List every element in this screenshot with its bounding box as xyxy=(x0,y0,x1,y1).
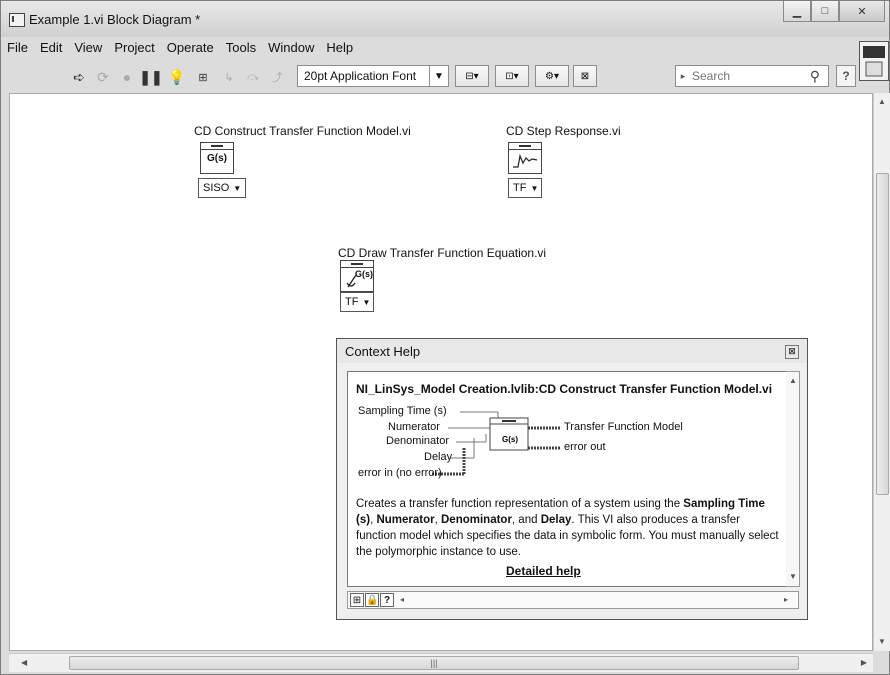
highlight-execution-icon[interactable]: 💡 xyxy=(165,65,189,89)
reorder-icon[interactable]: ⚙▾ xyxy=(535,65,569,87)
search-box[interactable]: ▸ ⚲ xyxy=(675,65,829,87)
context-help-scrollbar[interactable]: ▲ ▼ xyxy=(786,371,800,587)
step-response-icon[interactable] xyxy=(508,142,542,174)
menu-help[interactable]: Help xyxy=(320,40,359,55)
window-controls: ▁ □ ✕ xyxy=(783,1,885,23)
terminal-error-in: error in (no error) xyxy=(358,467,442,479)
menu-window[interactable]: Window xyxy=(262,40,320,55)
selector-label: TF xyxy=(345,296,359,308)
run-continuously-icon[interactable]: ⟳ xyxy=(91,65,115,89)
help-description: Creates a transfer function representati… xyxy=(356,498,779,558)
chevron-down-icon: ▼ xyxy=(530,183,539,193)
terminal-transfer-function-model: Transfer Function Model xyxy=(564,421,683,433)
step-out-icon[interactable]: ⤴ xyxy=(265,65,289,89)
lock-icon[interactable]: 🔒 xyxy=(365,593,379,607)
selector-label: SISO xyxy=(203,182,230,194)
close-icon[interactable]: ⊠ xyxy=(785,345,799,359)
context-help-header: Context Help xyxy=(337,339,807,363)
selector-label: TF xyxy=(513,182,527,194)
terminal-denominator: Denominator xyxy=(386,435,449,447)
node-label-step-response: CD Step Response.vi xyxy=(506,124,621,138)
cleanup-diagram-icon[interactable]: ⊠ xyxy=(573,65,597,87)
horizontal-scroll-thumb[interactable]: ||| xyxy=(69,656,799,670)
context-help-button[interactable]: ? xyxy=(836,65,856,87)
distribute-objects-icon[interactable]: ⊡▾ xyxy=(495,65,529,87)
horizontal-scrollbar[interactable]: ◀ ||| ▶ xyxy=(9,653,873,672)
detailed-help-icon[interactable]: ? xyxy=(380,593,394,607)
minimize-button[interactable]: ▁ xyxy=(783,1,811,22)
scroll-down-icon[interactable]: ▼ xyxy=(789,572,797,581)
transfer-function-icon[interactable]: G(s) xyxy=(200,142,234,174)
chevron-down-icon: ▼ xyxy=(362,297,371,307)
menu-view[interactable]: View xyxy=(68,40,108,55)
help-glyph: G(s) xyxy=(502,435,518,444)
scroll-up-icon[interactable]: ▲ xyxy=(789,376,797,385)
search-input[interactable] xyxy=(690,68,794,84)
title-bar: Example 1.vi Block Diagram * ▁ □ ✕ xyxy=(1,1,889,37)
pause-icon[interactable]: ❚❚ xyxy=(139,65,163,89)
scroll-right-icon[interactable]: ▶ xyxy=(861,658,867,667)
run-arrow-icon[interactable]: ➪ xyxy=(67,65,91,89)
menu-tools[interactable]: Tools xyxy=(220,40,262,55)
scroll-up-icon[interactable]: ▲ xyxy=(878,97,886,106)
draw-equation-icon[interactable]: G(s) xyxy=(340,260,374,292)
terminal-error-out: error out xyxy=(564,441,606,453)
show-optional-terminals-icon[interactable]: ⊞ xyxy=(350,593,364,607)
menu-project[interactable]: Project xyxy=(108,40,160,55)
scroll-left-icon[interactable]: ◀ xyxy=(21,658,27,667)
terminal-numerator: Numerator xyxy=(388,421,440,433)
chevron-down-icon: ▼ xyxy=(429,66,448,86)
menu-operate[interactable]: Operate xyxy=(161,40,220,55)
search-scope-icon: ▸ xyxy=(680,70,686,81)
vertical-scrollbar[interactable]: ▲ ▼ xyxy=(873,93,890,651)
polymorphic-selector-tf[interactable]: TF ▼ xyxy=(508,178,542,198)
context-help-title: Context Help xyxy=(345,343,421,359)
toolbar: ➪ ⟳ ● ❚❚ 💡 ⊞ ↳ ⤼ ⤴ 20pt Application Font… xyxy=(1,59,856,93)
scroll-right-icon[interactable]: ▸ xyxy=(784,595,788,604)
step-into-icon[interactable]: ↳ xyxy=(217,65,241,89)
vertical-scroll-thumb[interactable] xyxy=(876,173,889,495)
retain-wire-values-icon[interactable]: ⊞ xyxy=(191,65,215,89)
polymorphic-selector-tf-2[interactable]: TF ▼ xyxy=(340,292,374,312)
context-help-footer: ⊞ 🔒 ? ◂ ▸ xyxy=(347,591,799,609)
block-diagram-canvas[interactable]: CD Construct Transfer Function Model.vi … xyxy=(9,93,873,651)
chevron-down-icon: ▼ xyxy=(233,183,242,193)
menu-file[interactable]: File xyxy=(1,40,34,55)
step-over-icon[interactable]: ⤼ xyxy=(241,65,265,89)
polymorphic-selector-siso[interactable]: SISO ▼ xyxy=(198,178,246,198)
vi-icon-pane[interactable] xyxy=(859,41,889,81)
close-button[interactable]: ✕ xyxy=(839,1,885,22)
font-dropdown-label: 20pt Application Font xyxy=(304,69,417,83)
font-dropdown[interactable]: 20pt Application Font ▼ xyxy=(297,65,449,87)
menu-edit[interactable]: Edit xyxy=(34,40,68,55)
maximize-button[interactable]: □ xyxy=(811,1,839,22)
terminal-delay: Delay xyxy=(424,451,453,463)
window-title: Example 1.vi Block Diagram * xyxy=(29,12,201,27)
search-icon[interactable]: ⚲ xyxy=(810,68,820,85)
detailed-help-link[interactable]: Detailed help xyxy=(506,564,581,578)
context-help-body: NI_LinSys_Model Creation.lvlib:CD Constr… xyxy=(347,371,787,587)
scroll-down-icon[interactable]: ▼ xyxy=(878,637,886,646)
align-objects-icon[interactable]: ⊟▾ xyxy=(455,65,489,87)
labview-app-icon xyxy=(9,13,25,27)
scroll-left-icon[interactable]: ◂ xyxy=(400,595,404,604)
node-label-construct-tf: CD Construct Transfer Function Model.vi xyxy=(194,124,411,138)
terminal-sampling-time: Sampling Time (s) xyxy=(358,405,447,417)
abort-icon[interactable]: ● xyxy=(115,65,139,89)
labview-window: Example 1.vi Block Diagram * ▁ □ ✕ File … xyxy=(0,0,890,675)
menu-bar: File Edit View Project Operate Tools Win… xyxy=(1,37,851,57)
node-label-draw-tf-equation: CD Draw Transfer Function Equation.vi xyxy=(338,246,547,260)
context-help-window[interactable]: Context Help ⊠ NI_LinSys_Model Creation.… xyxy=(336,338,808,620)
node-glyph: G(s) xyxy=(207,153,227,164)
